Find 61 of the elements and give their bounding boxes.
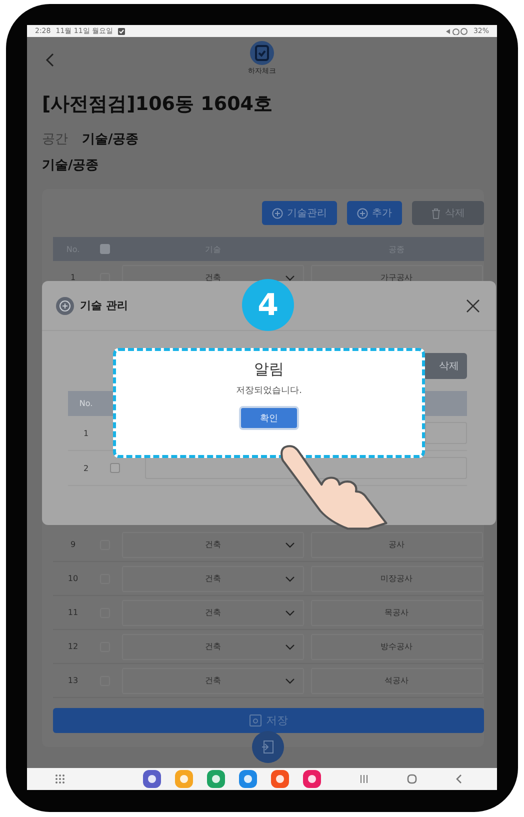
plus-circle-icon [357,208,368,218]
app-icon[interactable] [143,770,161,788]
row-number: 13 [66,676,80,685]
row-checkbox[interactable] [110,463,120,473]
recent-apps-icon[interactable] [359,774,369,784]
close-icon[interactable] [466,298,480,312]
work-type-field[interactable]: 공사 [310,532,482,558]
column-header: No. [78,399,94,408]
app-icon[interactable] [239,770,257,788]
select-all-checkbox[interactable] [100,244,110,254]
row-number: 2 [82,464,90,472]
app-icon[interactable] [207,770,225,788]
modal-title: 기술 관리 [80,298,128,313]
chevron-down-icon [285,576,295,582]
add-button[interactable]: 추가 [347,201,402,225]
work-type-field[interactable]: 미장공사 [310,566,482,592]
work-type-field[interactable]: 방수공사 [310,634,482,660]
chevron-down-icon [285,542,295,548]
floating-button[interactable] [252,731,284,763]
space-value: 기술/공종 [82,131,139,149]
confirm-button[interactable]: 확인 [239,406,299,430]
row-number: 1 [69,273,77,282]
delete-button[interactable]: 삭제 [423,353,467,379]
row-number: 12 [66,642,80,651]
chevron-down-icon [285,644,295,650]
status-icons [446,28,468,34]
app-icon[interactable] [271,770,289,788]
home-icon[interactable] [407,774,417,784]
clipboard-check-icon [250,41,274,65]
save-button[interactable]: 저장 [53,708,484,733]
plus-circle-icon [272,208,283,218]
notification-icon [118,28,125,34]
alert-message: 저장되었습니다. [236,385,302,397]
step-badge: 4 [242,279,294,331]
row-number: 11 [66,608,80,617]
work-type-field[interactable]: 목공사 [310,600,482,626]
input-field[interactable] [425,422,467,444]
trade-select[interactable]: 건축 [122,668,304,694]
add-button[interactable]: 기술관리 [262,201,337,225]
app-grid-icon[interactable] [55,774,65,784]
trade-select[interactable]: 건축 [122,532,304,558]
alert-title: 알림 [254,360,284,379]
back-icon[interactable] [455,774,463,784]
trade-select[interactable]: 건축 [122,600,304,626]
chevron-down-icon [285,610,295,616]
section-title: 기술/공종 [42,157,100,175]
save-icon [249,714,262,727]
trade-select[interactable]: 건축 [122,566,304,592]
row-number: 10 [66,574,80,583]
trade-select[interactable]: 건축 [122,634,304,660]
row-number: 9 [69,540,77,549]
chevron-down-icon [285,274,295,280]
exit-icon [261,740,275,754]
chevron-down-icon [285,678,295,684]
work-type-field[interactable]: 석공사 [310,668,482,694]
trash-icon [431,208,441,218]
plus-circle-icon [56,296,74,314]
back-icon[interactable] [45,53,55,67]
row-number: 1 [82,428,90,438]
app-icon[interactable] [303,770,321,788]
page-title: [사전점검]106동 1604호 [42,92,274,117]
